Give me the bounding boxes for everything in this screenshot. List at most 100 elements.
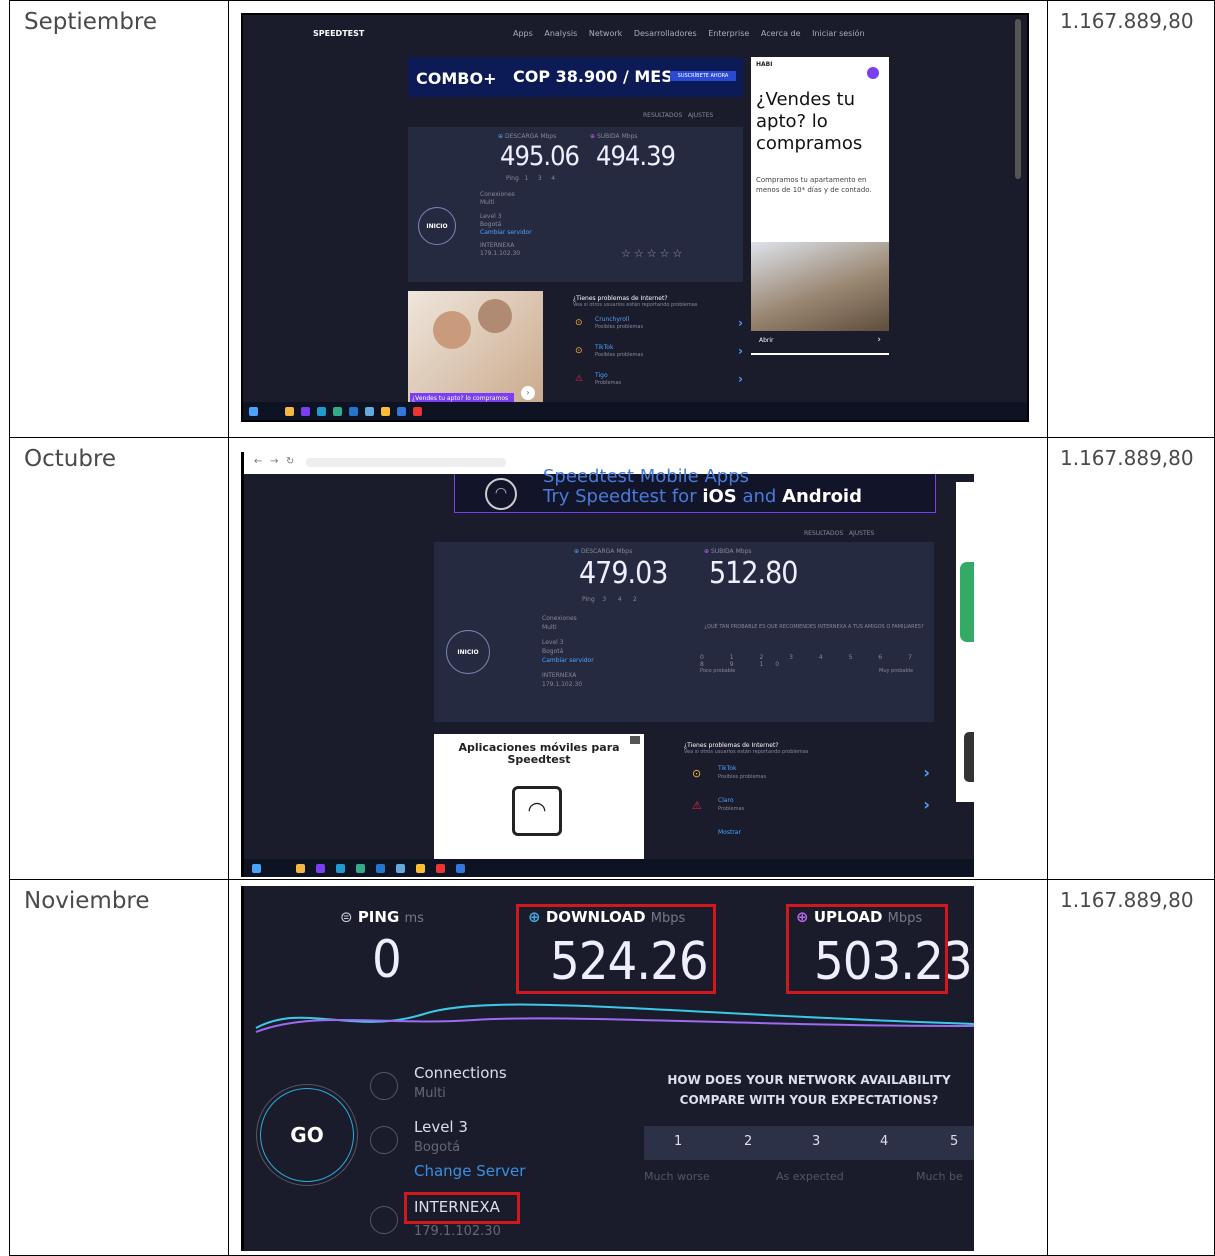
- scale-label-worse: Much worse: [644, 1170, 710, 1183]
- warning-icon: ⊙: [575, 318, 583, 328]
- close-icon[interactable]: [630, 736, 640, 744]
- screenshot-cell: SPEEDTEST Apps Analysis Network Desarrol…: [228, 0, 1048, 438]
- settings-link[interactable]: AJUSTES: [849, 530, 874, 537]
- outlook-icon[interactable]: [349, 407, 358, 416]
- speedometer-icon: ◠: [512, 786, 562, 836]
- rating-option[interactable]: 3: [812, 1134, 820, 1149]
- app-icon[interactable]: [356, 864, 365, 873]
- nav-item[interactable]: Enterprise: [708, 29, 749, 38]
- results-link[interactable]: RESULTADOS: [643, 112, 682, 119]
- app-icon[interactable]: [316, 864, 325, 873]
- forward-icon[interactable]: →: [270, 456, 278, 467]
- monthly-table: Septiembre SPEEDTEST Apps Analysis Netwo…: [9, 0, 1215, 1256]
- problem-status: Posibles problemas: [718, 774, 767, 780]
- folder-icon[interactable]: [296, 864, 305, 873]
- connections-title: Conexiones: [542, 615, 577, 622]
- list-item[interactable]: ⊙ TikTok Posibles problemas ›: [573, 342, 743, 370]
- back-icon[interactable]: ←: [254, 456, 262, 467]
- problems-title: ¿Tienes problemas de Internet?: [573, 295, 668, 302]
- speedtest-screenshot-sep: SPEEDTEST Apps Analysis Network Desarrol…: [229, 1, 1048, 437]
- scrollbar[interactable]: [1015, 19, 1021, 179]
- speed-graph: [255, 1003, 974, 1033]
- taskbar: [243, 402, 1027, 420]
- ping-value: 0: [372, 930, 402, 990]
- app-icon[interactable]: [333, 407, 342, 416]
- nav-item[interactable]: Analysis: [544, 29, 577, 38]
- ad-price: COP 38.900 / MES: [513, 67, 673, 86]
- app-icon[interactable]: [301, 407, 310, 416]
- go-button[interactable]: INICIO: [418, 207, 456, 245]
- app-icon[interactable]: [396, 864, 405, 873]
- nav-item[interactable]: Apps: [513, 29, 533, 38]
- product-image: [964, 732, 974, 782]
- leaf-image: [960, 562, 974, 642]
- settings-link[interactable]: AJUSTES: [688, 112, 713, 119]
- app-icon[interactable]: [456, 864, 465, 873]
- rating-stars[interactable]: ☆☆☆☆☆: [621, 247, 685, 260]
- list-item[interactable]: ⚠ Tigo Problemas ›: [573, 370, 743, 398]
- side-ad[interactable]: HABI ¿Vendes tu apto? lo compramos Compr…: [751, 57, 889, 355]
- nav-item[interactable]: Desarrolladores: [634, 29, 697, 38]
- app-icon[interactable]: [397, 407, 406, 416]
- results-panel: ⊕ DESCARGA Mbps ⊕ SUBIDA Mbps 479.03 512…: [434, 542, 934, 722]
- rating-option[interactable]: 5: [950, 1134, 958, 1149]
- app-icon[interactable]: [365, 407, 374, 416]
- edge-icon[interactable]: [317, 407, 326, 416]
- download-unit: Mbps: [616, 548, 633, 555]
- windows-icon[interactable]: [249, 407, 258, 416]
- download-highlight: [516, 904, 716, 994]
- go-button[interactable]: INICIO: [446, 630, 490, 674]
- list-item[interactable]: ⚠ Claro Problemas ›: [684, 795, 934, 827]
- download-label: DESCARGA: [580, 548, 615, 555]
- nav-item[interactable]: Acerca de: [761, 29, 801, 38]
- connections-mode: Multi: [414, 1086, 446, 1101]
- warning-icon: ⊙: [575, 346, 583, 356]
- upload-icon: ⊕: [590, 133, 596, 140]
- rating-option[interactable]: 1: [674, 1134, 682, 1149]
- edge-icon[interactable]: [336, 864, 345, 873]
- side-ad-button[interactable]: Abrir: [759, 337, 774, 344]
- chrome-icon[interactable]: [381, 407, 390, 416]
- list-item[interactable]: ⊙ Crunchyroll Posibles problemas ›: [573, 314, 743, 342]
- download-icon: ⊕: [498, 133, 504, 140]
- arrow-right-icon[interactable]: ›: [521, 386, 535, 400]
- nav-item[interactable]: Network: [589, 29, 622, 38]
- outlook-icon[interactable]: [376, 864, 385, 873]
- go-button[interactable]: GO: [260, 1088, 354, 1182]
- chrome-icon[interactable]: [416, 864, 425, 873]
- nps-high-label: Muy probable: [879, 668, 914, 674]
- apps-card[interactable]: Aplicaciones móviles para Speedtest ◠: [434, 734, 644, 859]
- apps-banner[interactable]: ◠ Speedtest Mobile Apps Try Speedtest fo…: [454, 466, 936, 513]
- pdf-icon[interactable]: [413, 407, 422, 416]
- url-bar[interactable]: [306, 458, 506, 467]
- ad-brand: COMBO+: [416, 69, 497, 88]
- connections-mode: Multi: [542, 624, 557, 631]
- rating-option[interactable]: 4: [880, 1134, 888, 1149]
- problem-name: Mostrar: [718, 829, 741, 836]
- ad-subscribe-button[interactable]: SUSCRÍBETE AHORA: [670, 71, 736, 81]
- top-nav: Apps Analysis Network Desarrolladores En…: [513, 29, 874, 38]
- chevron-right-icon[interactable]: ›: [877, 335, 881, 345]
- results-link[interactable]: RESULTADOS: [804, 530, 843, 537]
- pdf-icon[interactable]: [436, 864, 445, 873]
- rating-option[interactable]: 2: [744, 1134, 752, 1149]
- ping-icon: ⊜: [340, 908, 353, 926]
- download-value: 479.03: [579, 556, 668, 591]
- nps-scale-numbers[interactable]: 0 1 2 3 4 5 6 7 8 9 10: [700, 654, 926, 668]
- table-row: Noviembre ⊜ PING ms 0 ⊕ DOWNLOAD Mbps 52…: [9, 879, 1215, 1256]
- list-item[interactable]: Mostrar: [684, 827, 934, 841]
- change-server-link[interactable]: Cambiar servidor: [480, 229, 532, 237]
- side-ad[interactable]: [956, 482, 974, 802]
- chevron-right-icon: ›: [923, 763, 930, 782]
- list-item[interactable]: ⊙ TikTok Posibles problemas ›: [684, 763, 934, 795]
- change-server-link[interactable]: Change Server: [414, 1162, 525, 1180]
- bottom-ad[interactable]: ¿Vendes tu apto? lo compramos ›: [408, 291, 543, 406]
- browser-window: SPEEDTEST Apps Analysis Network Desarrol…: [241, 13, 1029, 422]
- top-ad[interactable]: COMBO+ COP 38.900 / MES SUSCRÍBETE AHORA: [408, 57, 743, 97]
- ios-label: iOS: [702, 486, 737, 507]
- folder-icon[interactable]: [285, 407, 294, 416]
- reload-icon[interactable]: ↻: [286, 456, 294, 467]
- nav-item[interactable]: Iniciar sesión: [812, 29, 864, 38]
- windows-icon[interactable]: [252, 864, 261, 873]
- change-server-link[interactable]: Cambiar servidor: [542, 656, 594, 665]
